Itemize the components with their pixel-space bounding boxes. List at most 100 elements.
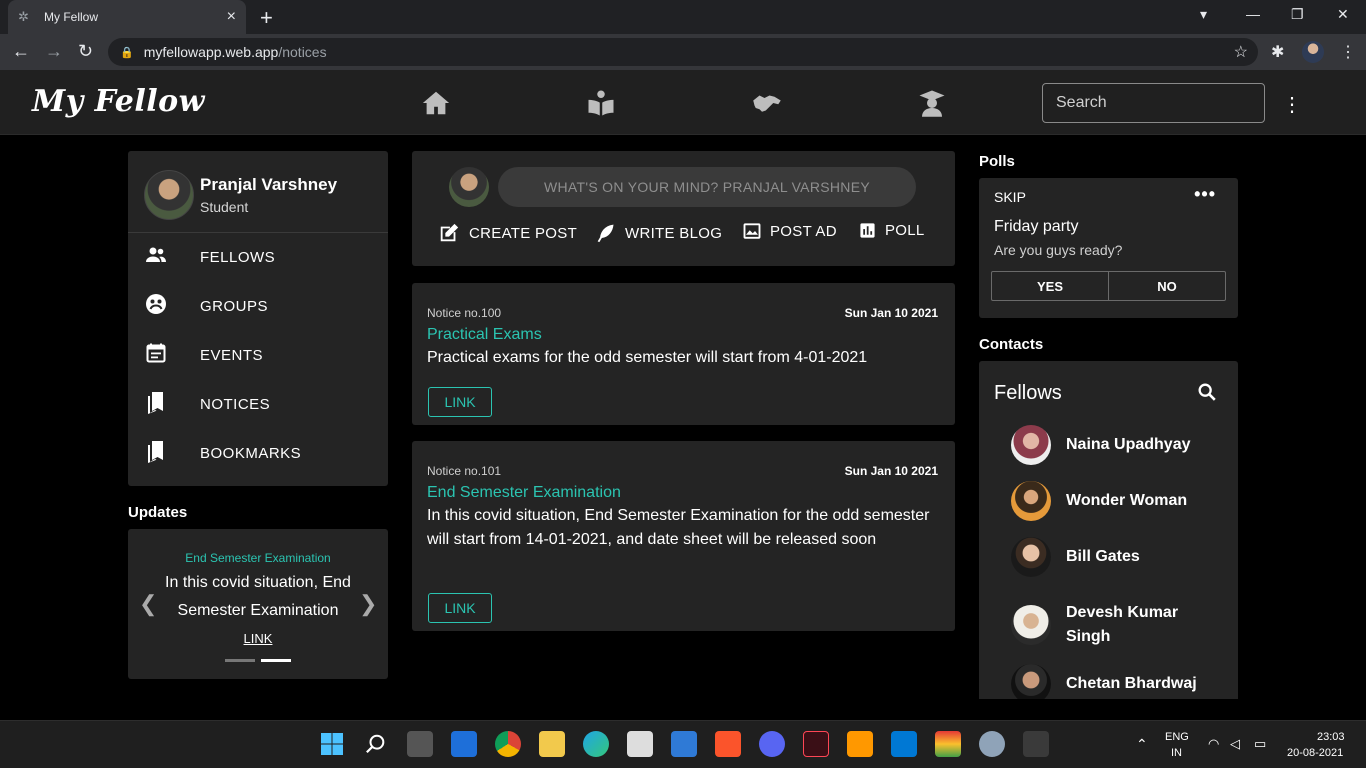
- book-icon[interactable]: [586, 88, 616, 118]
- poll-no-button[interactable]: NO: [1108, 272, 1225, 300]
- tab-close-icon[interactable]: ×: [227, 8, 236, 26]
- home-icon[interactable]: [421, 88, 451, 118]
- forward-icon[interactable]: →: [45, 41, 63, 62]
- browser-tab[interactable]: ✲ My Fellow ×: [8, 0, 246, 34]
- chrome-icon[interactable]: [495, 731, 521, 757]
- contact-item[interactable]: Bill Gates: [1011, 537, 1206, 577]
- post-input[interactable]: WHAT'S ON YOUR MIND? PRANJAL VARSHNEY: [498, 167, 916, 207]
- discord-icon[interactable]: [759, 731, 785, 757]
- avatar[interactable]: [144, 170, 194, 220]
- sidebar-item-notices[interactable]: NOTICES: [128, 384, 388, 424]
- update-link[interactable]: LINK: [128, 631, 388, 646]
- taskbar-search-icon[interactable]: [363, 731, 389, 757]
- skip-button[interactable]: SKIP: [994, 189, 1026, 205]
- chevron-up-icon[interactable]: ⌃: [1136, 736, 1148, 753]
- browser-tabbar: ✲ My Fellow × + ▾ — ❐ ✕: [0, 0, 1366, 34]
- clock-date[interactable]: 20-08-2021: [1287, 747, 1343, 759]
- app-taskbar-icon[interactable]: [1023, 731, 1049, 757]
- task-view-icon[interactable]: [407, 731, 433, 757]
- widgets-icon[interactable]: [451, 731, 477, 757]
- sidebar-item-fellows[interactable]: FELLOWS: [128, 237, 388, 277]
- contact-item[interactable]: Devesh Kumar Singh: [1011, 601, 1206, 649]
- notice-card: Notice no.101 Sun Jan 10 2021 End Semest…: [412, 441, 955, 631]
- profile-role: Student: [200, 199, 249, 215]
- avatar: [1011, 425, 1051, 465]
- post-ad-button[interactable]: POST AD: [743, 222, 837, 240]
- bookmark-star-icon[interactable]: ☆: [1234, 42, 1248, 62]
- sublime-icon[interactable]: [847, 731, 873, 757]
- sidebar-item-groups[interactable]: GROUPS: [128, 286, 388, 326]
- create-post-button[interactable]: CREATE POST: [438, 222, 577, 244]
- poll-icon: [860, 223, 875, 238]
- notice-link-button[interactable]: LINK: [428, 593, 492, 623]
- url-field[interactable]: 🔒 myfellowapp.web.app /notices ☆: [108, 38, 1258, 66]
- app-menu-icon[interactable]: ⋮: [1282, 92, 1302, 117]
- profile-name[interactable]: Pranjal Varshney: [200, 175, 337, 195]
- settings-icon[interactable]: [979, 731, 1005, 757]
- create-post-label: CREATE POST: [469, 224, 578, 242]
- restore-icon[interactable]: ❐: [1291, 6, 1304, 23]
- sidebar-item-events[interactable]: EVENTS: [128, 335, 388, 375]
- notice-link-button[interactable]: LINK: [428, 387, 492, 417]
- sidebar-item-label: NOTICES: [200, 395, 271, 413]
- notice-number: Notice no.100: [427, 306, 502, 320]
- battery-icon[interactable]: ▭: [1254, 736, 1266, 752]
- language-top[interactable]: ENG: [1165, 731, 1189, 743]
- chevron-right-icon[interactable]: ❯: [359, 591, 377, 617]
- back-icon[interactable]: ←: [12, 41, 30, 62]
- clock-time[interactable]: 23:03: [1317, 731, 1345, 743]
- app-favicon-icon: ✲: [18, 9, 29, 24]
- more-options-icon[interactable]: •••: [1194, 184, 1216, 205]
- app-header: My Fellow ⋮: [0, 70, 1366, 135]
- carousel-dot-active[interactable]: [261, 659, 291, 662]
- browser-profile-avatar[interactable]: [1302, 41, 1324, 63]
- vscode-icon[interactable]: [891, 731, 917, 757]
- window-close-icon[interactable]: ✕: [1337, 6, 1349, 23]
- store-icon[interactable]: [627, 731, 653, 757]
- mail-icon[interactable]: [671, 731, 697, 757]
- groups-icon: [128, 292, 200, 321]
- image-icon: [743, 223, 761, 239]
- contact-name: Devesh Kumar Singh: [1066, 604, 1179, 645]
- post-ad-label: POST AD: [770, 222, 837, 240]
- app-logo[interactable]: My Fellow: [32, 84, 205, 119]
- valorant-icon[interactable]: [803, 731, 829, 757]
- contact-item[interactable]: Naina Upadhyay: [1011, 425, 1206, 465]
- search-icon[interactable]: [1196, 381, 1218, 403]
- carousel-dot[interactable]: [225, 659, 255, 662]
- file-explorer-icon[interactable]: [539, 731, 565, 757]
- tab-search-icon[interactable]: ▾: [1200, 6, 1207, 23]
- graduate-icon[interactable]: [917, 88, 947, 118]
- search-input[interactable]: [1042, 83, 1265, 123]
- poll-button[interactable]: POLL: [859, 222, 925, 239]
- write-blog-button[interactable]: WRITE BLOG: [596, 222, 722, 244]
- volume-icon[interactable]: ◁: [1230, 736, 1240, 752]
- handshake-icon[interactable]: [752, 88, 782, 118]
- updates-heading: Updates: [128, 504, 188, 521]
- minimize-icon[interactable]: —: [1246, 6, 1260, 22]
- contact-name: Bill Gates: [1066, 548, 1140, 565]
- polls-heading: Polls: [979, 153, 1015, 170]
- windows-start-icon[interactable]: [319, 731, 345, 757]
- edge-icon[interactable]: [583, 731, 609, 757]
- poll-yes-button[interactable]: YES: [992, 272, 1108, 300]
- bluestacks-icon[interactable]: [935, 731, 961, 757]
- poll-card: SKIP ••• Friday party Are you guys ready…: [979, 178, 1238, 318]
- contact-item[interactable]: Wonder Woman: [1011, 481, 1206, 521]
- language-bottom[interactable]: IN: [1171, 747, 1182, 759]
- reload-icon[interactable]: ↻: [78, 41, 93, 62]
- notice-body: In this covid situation, End Semester Ex…: [427, 507, 930, 548]
- update-text: In this covid situation, End Semester Ex…: [165, 574, 351, 619]
- notice-title: End Semester Examination: [427, 484, 621, 501]
- browser-menu-icon[interactable]: ⋮: [1340, 42, 1356, 62]
- wifi-icon[interactable]: ◠: [1208, 736, 1219, 752]
- sidebar-item-bookmarks[interactable]: BOOKMARKS: [128, 433, 388, 473]
- new-tab-icon[interactable]: +: [260, 5, 273, 31]
- sidebar-item-label: BOOKMARKS: [200, 444, 302, 462]
- contact-item[interactable]: Chetan Bhardwaj: [1011, 664, 1206, 699]
- chevron-left-icon[interactable]: ❮: [139, 591, 157, 617]
- update-title: End Semester Examination: [185, 551, 331, 565]
- carousel-indicators: [225, 649, 297, 667]
- extensions-icon[interactable]: ✱: [1271, 42, 1284, 62]
- brave-icon[interactable]: [715, 731, 741, 757]
